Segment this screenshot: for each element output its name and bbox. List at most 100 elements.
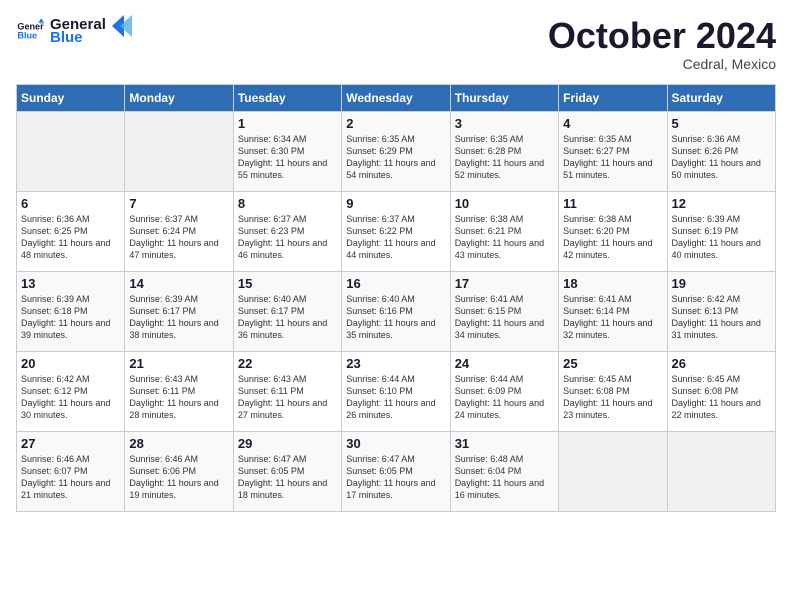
day-info: Sunrise: 6:46 AM Sunset: 6:06 PM Dayligh… — [129, 453, 228, 502]
day-number: 18 — [563, 276, 662, 291]
calendar-cell: 6 Sunrise: 6:36 AM Sunset: 6:25 PM Daylig… — [17, 191, 125, 271]
day-info: Sunrise: 6:43 AM Sunset: 6:11 PM Dayligh… — [238, 373, 337, 422]
calendar-cell: 5 Sunrise: 6:36 AM Sunset: 6:26 PM Daylig… — [667, 111, 775, 191]
calendar-cell: 19Sunrise: 6:42 AM Sunset: 6:13 PM Dayli… — [667, 271, 775, 351]
header: General Blue General Blue October 2024 C… — [16, 16, 776, 72]
header-row: SundayMondayTuesdayWednesdayThursdayFrid… — [17, 84, 776, 111]
day-number: 22 — [238, 356, 337, 371]
calendar-cell: 12 Sunrise: 6:39 AM Sunset: 6:19 PM Dayli… — [667, 191, 775, 271]
day-info: Sunrise: 6:35 AM Sunset: 6:29 PM Dayligh… — [346, 133, 445, 182]
week-row-2: 6 Sunrise: 6:36 AM Sunset: 6:25 PM Daylig… — [17, 191, 776, 271]
day-info: Sunrise: 6:45 AM Sunset: 6:08 PM Dayligh… — [672, 373, 771, 422]
day-info: Sunrise: 6:37 AM Sunset: 6:23 PM Dayligh… — [238, 213, 337, 262]
day-info: Sunrise: 6:40 AM Sunset: 6:16 PM Dayligh… — [346, 293, 445, 342]
day-info: Sunrise: 6:45 AM Sunset: 6:08 PM Dayligh… — [563, 373, 662, 422]
day-number: 17 — [455, 276, 554, 291]
day-number: 20 — [21, 356, 120, 371]
day-info: Sunrise: 6:37 AM Sunset: 6:22 PM Dayligh… — [346, 213, 445, 262]
week-row-5: 27 Sunrise: 6:46 AM Sunset: 6:07 PM Dayli… — [17, 431, 776, 511]
subtitle: Cedral, Mexico — [548, 56, 776, 72]
calendar-cell: 3 Sunrise: 6:35 AM Sunset: 6:28 PM Daylig… — [450, 111, 558, 191]
day-number: 9 — [346, 196, 445, 211]
day-info: Sunrise: 6:39 AM Sunset: 6:17 PM Dayligh… — [129, 293, 228, 342]
calendar-cell: 8 Sunrise: 6:37 AM Sunset: 6:23 PM Daylig… — [233, 191, 341, 271]
day-info: Sunrise: 6:41 AM Sunset: 6:15 PM Dayligh… — [455, 293, 554, 342]
day-number: 27 — [21, 436, 120, 451]
day-number: 19 — [672, 276, 771, 291]
day-info: Sunrise: 6:38 AM Sunset: 6:20 PM Dayligh… — [563, 213, 662, 262]
calendar-cell: 26 Sunrise: 6:45 AM Sunset: 6:08 PM Dayli… — [667, 351, 775, 431]
day-number: 21 — [129, 356, 228, 371]
day-number: 7 — [129, 196, 228, 211]
calendar-cell: 31 Sunrise: 6:48 AM Sunset: 6:04 PM Dayli… — [450, 431, 558, 511]
day-number: 25 — [563, 356, 662, 371]
day-info: Sunrise: 6:40 AM Sunset: 6:17 PM Dayligh… — [238, 293, 337, 342]
day-info: Sunrise: 6:34 AM Sunset: 6:30 PM Dayligh… — [238, 133, 337, 182]
calendar-cell: 1 Sunrise: 6:34 AM Sunset: 6:30 PM Daylig… — [233, 111, 341, 191]
day-info: Sunrise: 6:47 AM Sunset: 6:05 PM Dayligh… — [238, 453, 337, 502]
logo-blue-text: Blue — [50, 29, 106, 46]
header-day-tuesday: Tuesday — [233, 84, 341, 111]
day-number: 24 — [455, 356, 554, 371]
calendar-cell — [559, 431, 667, 511]
calendar-cell: 14Sunrise: 6:39 AM Sunset: 6:17 PM Dayli… — [125, 271, 233, 351]
calendar-cell: 23 Sunrise: 6:44 AM Sunset: 6:10 PM Dayli… — [342, 351, 450, 431]
header-day-saturday: Saturday — [667, 84, 775, 111]
calendar-cell: 10 Sunrise: 6:38 AM Sunset: 6:21 PM Dayli… — [450, 191, 558, 271]
day-number: 16 — [346, 276, 445, 291]
calendar-cell: 2 Sunrise: 6:35 AM Sunset: 6:29 PM Daylig… — [342, 111, 450, 191]
calendar-cell — [17, 111, 125, 191]
day-number: 13 — [21, 276, 120, 291]
header-day-friday: Friday — [559, 84, 667, 111]
calendar-cell — [125, 111, 233, 191]
calendar-cell: 30 Sunrise: 6:47 AM Sunset: 6:05 PM Dayli… — [342, 431, 450, 511]
calendar-cell: 29 Sunrise: 6:47 AM Sunset: 6:05 PM Dayli… — [233, 431, 341, 511]
calendar-cell: 15Sunrise: 6:40 AM Sunset: 6:17 PM Dayli… — [233, 271, 341, 351]
logo: General Blue General Blue — [16, 16, 134, 46]
day-number: 30 — [346, 436, 445, 451]
calendar-cell: 28 Sunrise: 6:46 AM Sunset: 6:06 PM Dayli… — [125, 431, 233, 511]
header-day-wednesday: Wednesday — [342, 84, 450, 111]
day-number: 5 — [672, 116, 771, 131]
day-number: 23 — [346, 356, 445, 371]
calendar-cell: 9 Sunrise: 6:37 AM Sunset: 6:22 PM Daylig… — [342, 191, 450, 271]
day-number: 26 — [672, 356, 771, 371]
day-number: 28 — [129, 436, 228, 451]
day-number: 29 — [238, 436, 337, 451]
calendar-cell: 17 Sunrise: 6:41 AM Sunset: 6:15 PM Dayli… — [450, 271, 558, 351]
title-area: October 2024 Cedral, Mexico — [548, 16, 776, 72]
day-info: Sunrise: 6:41 AM Sunset: 6:14 PM Dayligh… — [563, 293, 662, 342]
week-row-3: 13Sunrise: 6:39 AM Sunset: 6:18 PM Dayli… — [17, 271, 776, 351]
day-info: Sunrise: 6:39 AM Sunset: 6:19 PM Dayligh… — [672, 213, 771, 262]
day-number: 8 — [238, 196, 337, 211]
calendar-cell: 25 Sunrise: 6:45 AM Sunset: 6:08 PM Dayli… — [559, 351, 667, 431]
day-info: Sunrise: 6:48 AM Sunset: 6:04 PM Dayligh… — [455, 453, 554, 502]
day-number: 31 — [455, 436, 554, 451]
header-day-monday: Monday — [125, 84, 233, 111]
calendar-cell: 27 Sunrise: 6:46 AM Sunset: 6:07 PM Dayli… — [17, 431, 125, 511]
day-info: Sunrise: 6:35 AM Sunset: 6:27 PM Dayligh… — [563, 133, 662, 182]
logo-arrow-icon — [112, 15, 134, 37]
day-info: Sunrise: 6:36 AM Sunset: 6:25 PM Dayligh… — [21, 213, 120, 262]
calendar-cell: 11Sunrise: 6:38 AM Sunset: 6:20 PM Dayli… — [559, 191, 667, 271]
day-info: Sunrise: 6:43 AM Sunset: 6:11 PM Dayligh… — [129, 373, 228, 422]
week-row-4: 20Sunrise: 6:42 AM Sunset: 6:12 PM Dayli… — [17, 351, 776, 431]
day-number: 3 — [455, 116, 554, 131]
day-number: 1 — [238, 116, 337, 131]
day-info: Sunrise: 6:36 AM Sunset: 6:26 PM Dayligh… — [672, 133, 771, 182]
day-number: 6 — [21, 196, 120, 211]
day-info: Sunrise: 6:35 AM Sunset: 6:28 PM Dayligh… — [455, 133, 554, 182]
day-info: Sunrise: 6:44 AM Sunset: 6:10 PM Dayligh… — [346, 373, 445, 422]
day-number: 10 — [455, 196, 554, 211]
day-number: 2 — [346, 116, 445, 131]
day-number: 4 — [563, 116, 662, 131]
day-info: Sunrise: 6:46 AM Sunset: 6:07 PM Dayligh… — [21, 453, 120, 502]
day-info: Sunrise: 6:47 AM Sunset: 6:05 PM Dayligh… — [346, 453, 445, 502]
day-number: 12 — [672, 196, 771, 211]
svg-text:Blue: Blue — [17, 31, 37, 41]
day-info: Sunrise: 6:44 AM Sunset: 6:09 PM Dayligh… — [455, 373, 554, 422]
calendar-cell: 16 Sunrise: 6:40 AM Sunset: 6:16 PM Dayli… — [342, 271, 450, 351]
calendar-table: SundayMondayTuesdayWednesdayThursdayFrid… — [16, 84, 776, 512]
calendar-cell: 13Sunrise: 6:39 AM Sunset: 6:18 PM Dayli… — [17, 271, 125, 351]
day-info: Sunrise: 6:38 AM Sunset: 6:21 PM Dayligh… — [455, 213, 554, 262]
